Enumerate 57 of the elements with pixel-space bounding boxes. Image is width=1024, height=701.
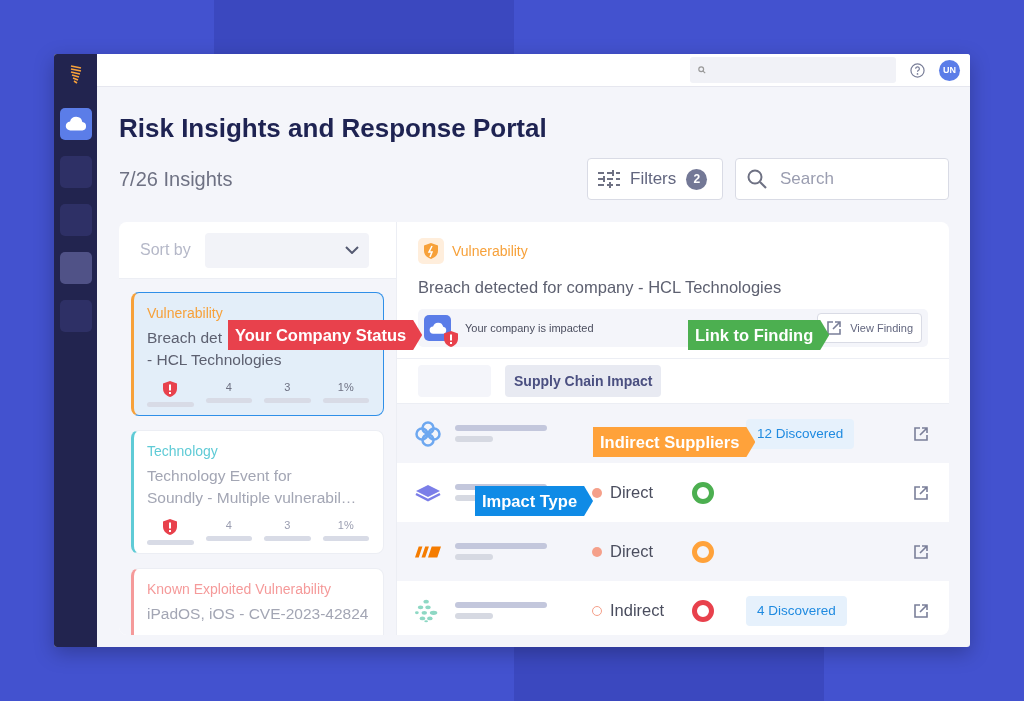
external-link-icon[interactable]: [913, 425, 929, 442]
sort-label: Sort by: [140, 241, 191, 259]
status-text: Your company is impacted: [465, 322, 595, 334]
stripes-logo-icon: [415, 545, 441, 558]
stat-value: 3: [284, 381, 291, 393]
detail-category: Vulnerability: [452, 243, 528, 259]
callout-tooltip: Impact Type: [475, 486, 594, 516]
search-field[interactable]: Search: [735, 158, 949, 200]
callout-tooltip: Link to Finding: [688, 320, 830, 350]
discovered-badge[interactable]: 4 Discovered: [746, 595, 847, 626]
view-finding-button[interactable]: View Finding: [817, 313, 922, 343]
filter-count-badge: 2: [686, 168, 708, 190]
insight-title: Technology Event for: [147, 466, 292, 486]
stat-value: 4: [225, 381, 232, 393]
insight-card[interactable]: Technology Technology Event for Soundly - Multiple vulnerabil… 4 3 1%: [131, 430, 384, 554]
insight-title: Breach det: [147, 328, 222, 348]
stat-value: 1%: [337, 381, 354, 393]
cloud-icon: [64, 116, 87, 132]
external-link-icon[interactable]: [913, 543, 929, 560]
page-title: Risk Insights and Response Portal: [119, 113, 548, 144]
external-link-icon[interactable]: [913, 484, 929, 501]
search-field[interactable]: [690, 57, 896, 83]
filters-button[interactable]: Filters 2: [587, 158, 723, 200]
insight-title: - HCL Technologies: [147, 350, 282, 370]
impact-type: Indirect: [610, 601, 665, 620]
layers-logo-icon: [415, 483, 441, 502]
tab[interactable]: Supply Chain Impact: [505, 365, 662, 397]
alert-shield-icon: [163, 381, 178, 397]
search-icon: [698, 66, 706, 74]
insight-title: iPadOS, iOS - CVE-2023-42824: [147, 604, 369, 624]
stat-value: 3: [284, 519, 291, 531]
stat-value: 4: [225, 519, 232, 531]
category-icon: [418, 238, 444, 264]
logo-icon: [69, 64, 82, 84]
callout-tooltip: Your Company Status: [228, 320, 423, 350]
detail-title: Breach detected for company - HCL Technologies: [418, 278, 783, 297]
user-avatar[interactable]: UN: [939, 59, 960, 81]
insight-count: 7/26 Insights: [119, 167, 234, 191]
callout-tooltip: Indirect Suppliers: [593, 427, 756, 457]
insight-category: Vulnerability: [147, 305, 224, 321]
insight-card[interactable]: Known Exploited Vulnerability iPadOS, iOS - CVE-2023-42824: [131, 568, 384, 635]
sliders-icon: [598, 170, 620, 188]
sidebar-item[interactable]: [59, 108, 92, 140]
insight-title: Soundly - Multiple vulnerabil…: [147, 488, 357, 508]
discovered-badge[interactable]: 12 Discovered: [746, 418, 855, 449]
insight-category: Technology: [147, 443, 219, 459]
rings-logo-icon: [415, 420, 441, 447]
alert-shield-icon: [163, 519, 178, 535]
external-link-icon[interactable]: [826, 320, 843, 336]
search-icon: [747, 169, 767, 189]
insight-category: Known Exploited Vulnerability: [147, 581, 332, 597]
stat-value: 1%: [337, 519, 354, 531]
external-link-icon[interactable]: [913, 602, 929, 619]
chevron-down-icon: [344, 246, 359, 254]
impact-type: Direct: [610, 483, 654, 502]
help-icon[interactable]: [910, 62, 925, 78]
impact-type: Direct: [610, 542, 654, 561]
